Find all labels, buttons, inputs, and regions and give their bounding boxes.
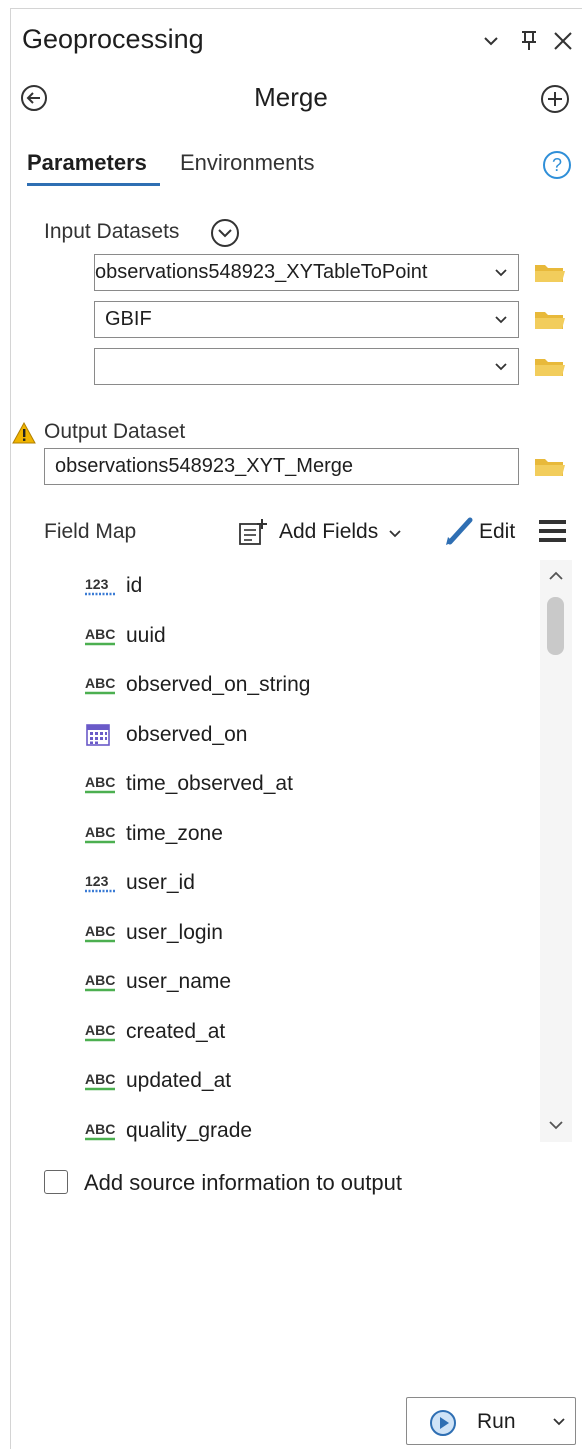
menu-icon[interactable] — [538, 518, 568, 544]
active-tab-indicator — [27, 183, 160, 186]
chevron-down-icon[interactable] — [388, 529, 402, 539]
pin-icon[interactable] — [520, 28, 538, 52]
text-field-icon: ABC — [84, 1020, 116, 1046]
input-datasets-label: Input Datasets — [44, 220, 180, 243]
text-field-icon: ABC — [84, 1069, 116, 1095]
svg-text:ABC: ABC — [85, 626, 115, 642]
pane-title: Geoprocessing — [22, 24, 204, 54]
date-field-icon — [84, 723, 116, 749]
svg-text:ABC: ABC — [85, 923, 115, 939]
tab-environments[interactable]: Environments — [180, 150, 315, 176]
chevron-down-icon[interactable] — [494, 315, 508, 325]
svg-text:ABC: ABC — [85, 972, 115, 988]
collapse-chevron-icon[interactable] — [210, 218, 240, 248]
add-source-info-checkbox[interactable] — [44, 1170, 68, 1194]
svg-text:ABC: ABC — [85, 1071, 115, 1087]
number-field-icon: 123 — [84, 871, 116, 897]
folder-icon[interactable] — [533, 261, 567, 285]
field-name: user_login — [126, 920, 223, 944]
edit-label: Edit — [479, 520, 516, 543]
chevron-down-icon[interactable] — [494, 268, 508, 278]
text-field-icon: ABC — [84, 772, 116, 798]
svg-text:ABC: ABC — [85, 1022, 115, 1038]
field-map-list[interactable]: 123 id ABC uuid ABC observed_on_stringobserve… — [44, 560, 572, 1142]
output-dataset-label: Output Dataset — [44, 420, 186, 443]
warning-icon — [12, 422, 36, 444]
scrollbar-thumb[interactable] — [547, 597, 564, 655]
input-dataset-combo-1[interactable]: observations548923_XYTableToPoint — [94, 254, 519, 291]
run-label: Run — [477, 1410, 516, 1433]
add-circle-icon[interactable] — [540, 84, 570, 114]
scroll-down-icon[interactable] — [548, 1119, 564, 1131]
input-dataset-combo-2[interactable]: GBIF — [94, 301, 519, 338]
field-name: uuid — [126, 623, 166, 647]
field-name: observed_on_string — [126, 673, 311, 696]
text-field-icon: ABC — [84, 822, 116, 848]
text-field-icon: ABC — [84, 1119, 116, 1143]
close-icon[interactable] — [552, 30, 574, 52]
folder-icon[interactable] — [533, 355, 567, 379]
folder-icon[interactable] — [533, 308, 567, 332]
svg-text:ABC: ABC — [85, 675, 115, 691]
scroll-up-icon[interactable] — [548, 570, 564, 582]
text-field-icon: ABC — [84, 921, 116, 947]
text-field-icon: ABC — [84, 970, 116, 996]
text-field-icon: ABC — [84, 624, 116, 650]
add-field-icon — [238, 518, 268, 546]
svg-text:123: 123 — [85, 576, 109, 592]
svg-text:?: ? — [552, 155, 562, 175]
output-dataset-value: observations548923_XYT_Merge — [55, 455, 353, 477]
add-fields-label: Add Fields — [279, 520, 379, 543]
field-name: quality_grade — [126, 1118, 253, 1142]
play-icon — [429, 1409, 457, 1437]
run-button[interactable]: Run — [406, 1397, 576, 1445]
tab-parameters[interactable]: Parameters — [27, 150, 147, 176]
field-name: time_zone — [126, 821, 223, 845]
text-field-icon: ABC — [84, 673, 116, 699]
svg-text:ABC: ABC — [85, 824, 115, 840]
help-icon[interactable]: ? — [542, 150, 572, 180]
svg-text:ABC: ABC — [85, 774, 115, 790]
field-name: updated_at — [126, 1069, 232, 1092]
field-name: time_observed_at — [126, 772, 293, 795]
svg-text:123: 123 — [85, 873, 109, 889]
input-dataset-value-2: GBIF — [105, 308, 152, 330]
add-source-info-label: Add source information to output — [84, 1170, 402, 1195]
field-name: user_id — [126, 871, 195, 894]
number-field-icon: 123 — [84, 574, 116, 600]
output-dataset-input[interactable]: observations548923_XYT_Merge — [44, 448, 519, 485]
chevron-down-icon[interactable] — [494, 362, 508, 372]
field-name: id — [126, 574, 143, 597]
chevron-down-icon[interactable] — [482, 34, 500, 48]
folder-icon[interactable] — [533, 455, 567, 479]
pencil-icon — [444, 516, 474, 546]
chevron-down-icon[interactable] — [552, 1417, 566, 1427]
svg-text:ABC: ABC — [85, 1121, 115, 1137]
field-map-label: Field Map — [44, 520, 137, 543]
edit-button[interactable]: Edit — [444, 514, 524, 548]
add-fields-button[interactable]: Add Fields — [238, 516, 418, 548]
field-name: created_at — [126, 1019, 226, 1043]
tool-title: Merge — [254, 82, 328, 112]
input-dataset-value-1: observations548923_XYTableToPoint — [95, 261, 428, 283]
input-dataset-combo-3[interactable] — [94, 348, 519, 385]
field-name: observed_on — [126, 722, 248, 746]
field-name: user_name — [126, 970, 232, 993]
